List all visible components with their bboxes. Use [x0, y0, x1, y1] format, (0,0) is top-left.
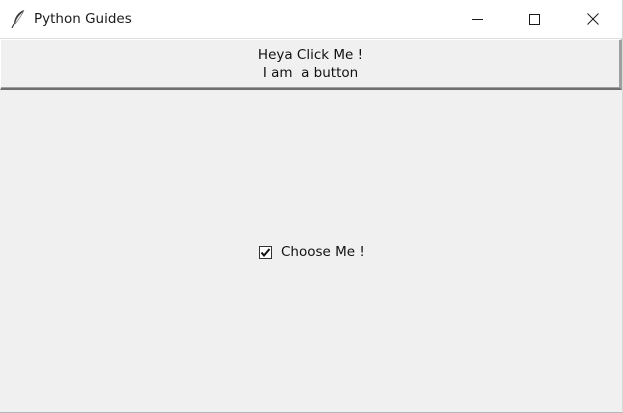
checkbox[interactable] — [259, 245, 272, 259]
checkmark-icon — [260, 247, 271, 257]
maximize-button[interactable] — [511, 0, 557, 38]
minimize-icon — [471, 18, 483, 20]
heya-click-me-button[interactable]: Heya Click Me ! I am a button — [0, 39, 622, 90]
window-title: Python Guides — [34, 11, 132, 27]
button-label-line2: I am a button — [262, 65, 359, 81]
feather-icon — [10, 9, 28, 29]
close-button[interactable] — [570, 0, 616, 38]
checkbox-label: Choose Me ! — [281, 244, 365, 260]
choose-me-checkbutton[interactable]: Choose Me ! — [259, 243, 365, 261]
button-label-line1: Heya Click Me ! — [257, 47, 364, 63]
minimize-button[interactable] — [454, 0, 500, 38]
close-icon — [587, 13, 599, 25]
maximize-icon — [528, 13, 540, 25]
app-window: Python Guides Heya Click Me ! I am a but… — [0, 0, 623, 413]
title-bar[interactable]: Python Guides — [0, 0, 622, 38]
